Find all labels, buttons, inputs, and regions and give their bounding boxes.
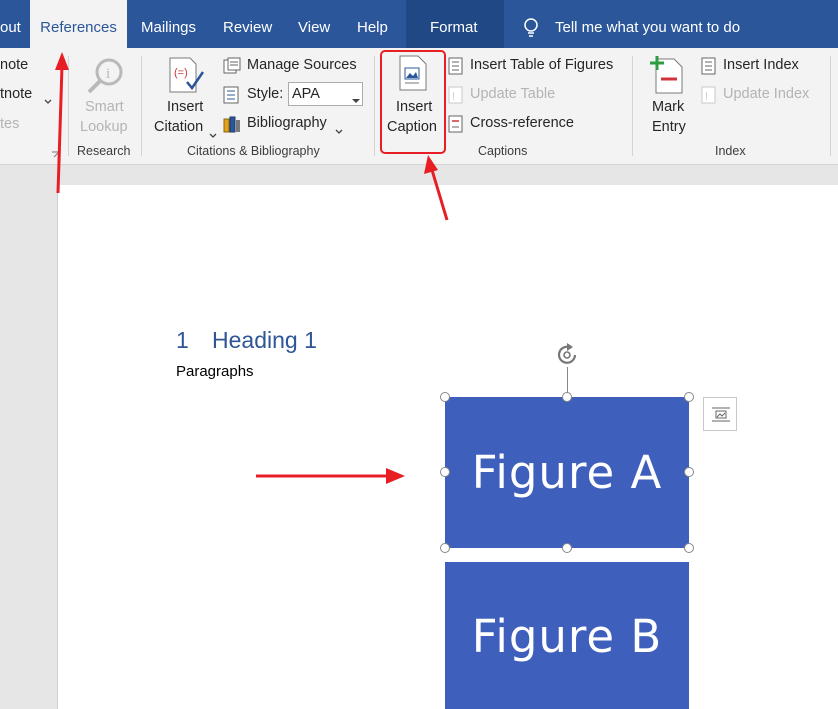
arrow-to-insert-caption: [424, 155, 449, 221]
arrow-to-figure-a: [256, 468, 405, 484]
annotation-arrows: [55, 52, 449, 484]
arrow-to-references-tab: [55, 52, 69, 194]
